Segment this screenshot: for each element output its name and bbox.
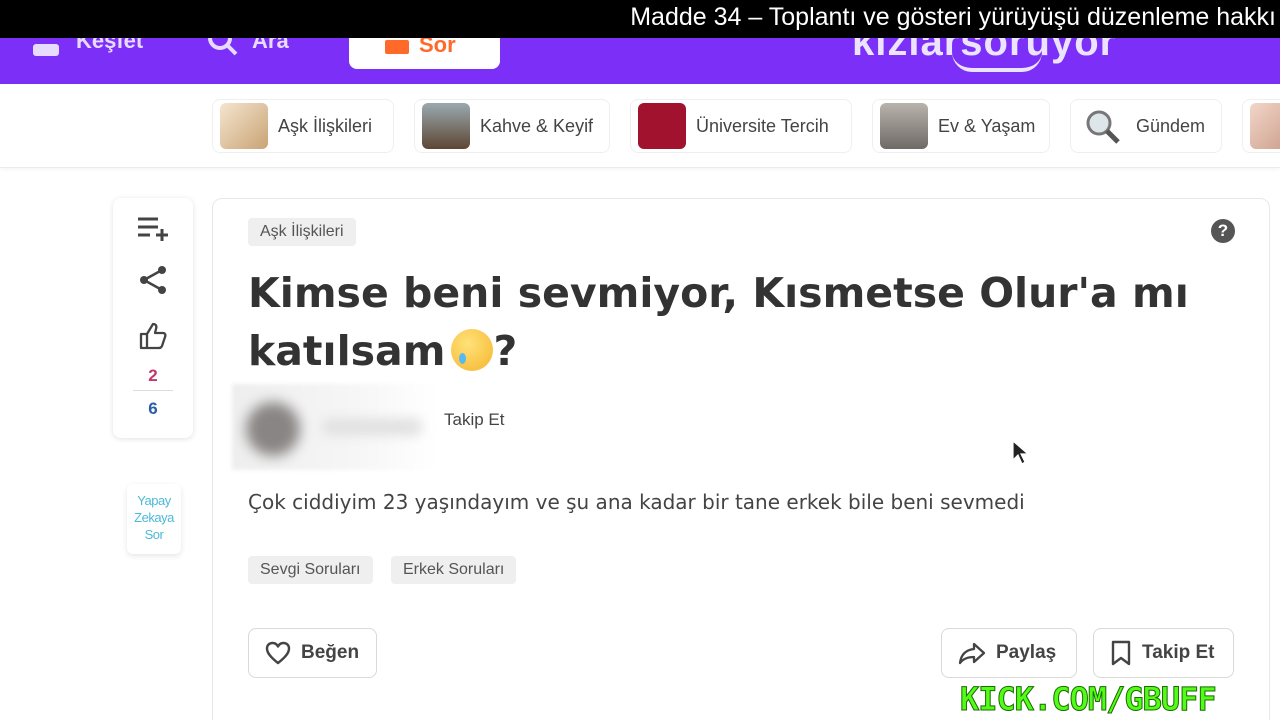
- caption-text: Madde 34 – Toplantı ve gösteri yürüyüşü …: [630, 3, 1276, 31]
- question-category-tag[interactable]: Aşk İlişkileri: [248, 218, 356, 246]
- ask-button-label: Sor: [419, 38, 456, 57]
- category-thumb: [880, 103, 928, 149]
- category-gundem[interactable]: Gündem: [1070, 99, 1222, 153]
- bookmark-icon: [1111, 640, 1131, 666]
- avatar: [246, 402, 300, 456]
- answer-count: 6: [148, 399, 158, 418]
- site-header: Keşfet Ara Sor kızlarsoruyor: [0, 38, 1280, 84]
- category-label: Üniversite Tercih: [696, 115, 829, 136]
- share-icon[interactable]: [133, 260, 173, 300]
- ask-button[interactable]: Sor: [349, 38, 500, 69]
- category-label: Aşk İlişkileri: [278, 115, 373, 136]
- nav-search-label: Ara: [252, 38, 289, 53]
- follow-question-label: Takip Et: [1142, 642, 1215, 663]
- count-divider: [133, 390, 173, 391]
- category-label: Gündem: [1136, 115, 1206, 136]
- category-thumb: [1250, 103, 1280, 149]
- follow-question-button[interactable]: Takip Et: [1093, 628, 1234, 678]
- category-label: Ev & Yaşam: [938, 115, 1036, 136]
- author-blurred: [232, 384, 437, 470]
- caption-bar: Madde 34 – Toplantı ve gösteri yürüyüşü …: [0, 0, 1280, 38]
- question-title: Kimse beni sevmiyor, Kısmetse Olur'a mı …: [248, 264, 1208, 380]
- question-body: Çok ciddiyim 23 yaşındayım ve şu ana kad…: [248, 490, 1025, 514]
- mouse-cursor-icon: [1012, 440, 1030, 465]
- crying-face-icon: [451, 329, 494, 371]
- ai-label-line: Sor: [144, 527, 164, 542]
- follow-author-link[interactable]: Takip Et: [444, 410, 504, 430]
- nav-explore-label: Keşfet: [76, 38, 144, 53]
- side-action-card: 2 6: [113, 198, 193, 438]
- ask-ai-button[interactable]: Yapay Zekaya Sor: [127, 484, 181, 554]
- category-bar: Aşk İlişkileri Kahve & Keyif Üniversite …: [0, 84, 1280, 168]
- category-thumb: [422, 103, 470, 149]
- like-button[interactable]: Beğen: [248, 628, 377, 678]
- question-tag[interactable]: Sevgi Soruları: [248, 556, 373, 584]
- thumbs-up-icon[interactable]: [133, 316, 173, 356]
- ai-label-line: Zekaya: [134, 510, 174, 525]
- category-universite-tercih[interactable]: Üniversite Tercih: [630, 99, 852, 153]
- category-thumb: [638, 103, 686, 149]
- explore-icon: [33, 44, 59, 56]
- category-ask-iliskileri[interactable]: Aşk İlişkileri: [212, 99, 394, 153]
- add-to-list-icon[interactable]: [133, 208, 173, 248]
- magnifier-icon: [1078, 103, 1126, 149]
- like-button-label: Beğen: [301, 642, 360, 663]
- ai-label-line: Yapay: [137, 493, 171, 508]
- share-arrow-icon: [958, 642, 986, 665]
- question-title-suffix: ?: [493, 327, 518, 375]
- logo-smile-icon: [952, 52, 1042, 72]
- question-tag[interactable]: Erkek Soruları: [391, 556, 517, 584]
- ask-icon: [385, 40, 409, 54]
- category-partial[interactable]: [1242, 99, 1280, 153]
- nav-search[interactable]: Ara: [206, 38, 289, 58]
- heart-icon: [265, 641, 291, 665]
- category-kahve-keyif[interactable]: Kahve & Keyif: [414, 99, 610, 153]
- like-count: 2: [148, 366, 158, 385]
- nav-explore[interactable]: Keşfet: [30, 38, 143, 58]
- share-button-label: Paylaş: [996, 642, 1057, 663]
- category-label: Kahve & Keyif: [480, 115, 594, 136]
- author-name-blurred: [322, 418, 422, 436]
- question-title-text: Kimse beni sevmiyor, Kısmetse Olur'a mı …: [248, 269, 1189, 375]
- help-icon[interactable]: ?: [1211, 219, 1235, 243]
- category-thumb: [220, 103, 268, 149]
- search-icon: [208, 38, 238, 56]
- share-button[interactable]: Paylaş: [941, 628, 1077, 678]
- stream-watermark: KICK.COM/GBUFF: [960, 680, 1218, 719]
- category-ev-yasam[interactable]: Ev & Yaşam: [872, 99, 1050, 153]
